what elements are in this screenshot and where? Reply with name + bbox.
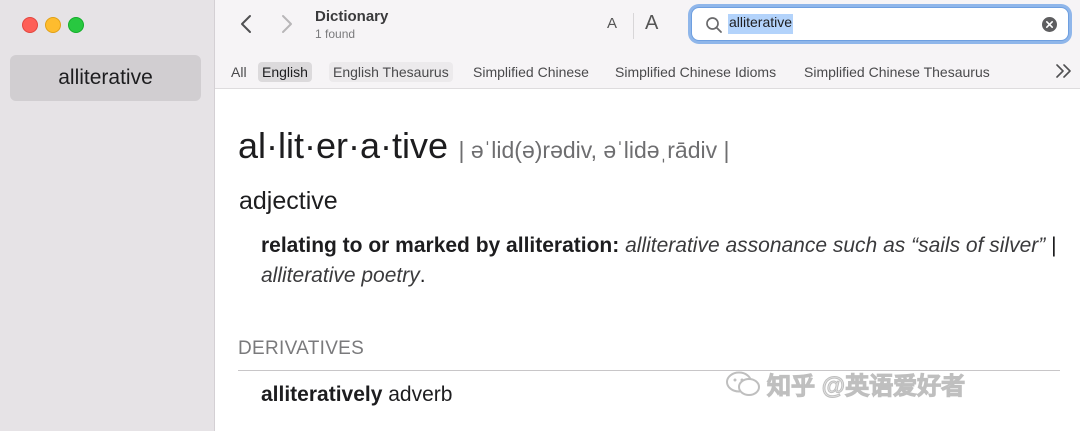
tab-english[interactable]: English	[258, 62, 312, 82]
sidebar-item-result[interactable]: alliterative	[10, 55, 201, 101]
tab-simplified-chinese-idioms[interactable]: Simplified Chinese Idioms	[611, 62, 780, 82]
chevron-left-icon	[241, 15, 251, 33]
derivative-pos: adverb	[388, 383, 453, 406]
sidebar: alliterative	[0, 0, 215, 431]
example-1: alliterative assonance such as “sails of…	[625, 234, 1046, 257]
pronunciation: | əˈlid(ə)rədiv, əˈlidəˌrādiv |	[458, 137, 730, 163]
example-separator: |	[1051, 234, 1057, 257]
decrease-font-button[interactable]: A	[607, 15, 617, 32]
sidebar-item-label: alliterative	[58, 66, 153, 89]
headword-line: al·lit·er·a·tive | əˈlid(ə)rədiv, əˈlidə…	[238, 125, 729, 167]
tab-all[interactable]: All	[227, 62, 251, 82]
watermark: 知乎 @英语爱好者	[725, 366, 966, 401]
headword: al·lit·er·a·tive	[238, 125, 449, 166]
search-field[interactable]: alliterative	[691, 7, 1069, 41]
increase-font-button[interactable]: A	[645, 12, 658, 35]
clear-search-icon[interactable]	[1042, 17, 1057, 32]
forward-button[interactable]	[276, 12, 298, 36]
tab-simplified-chinese-thesaurus[interactable]: Simplified Chinese Thesaurus	[800, 62, 994, 82]
wechat-logo-icon	[726, 371, 760, 396]
back-button[interactable]	[235, 12, 257, 36]
tab-simplified-chinese[interactable]: Simplified Chinese	[469, 62, 593, 82]
example-end: .	[419, 264, 426, 287]
tab-english-thesaurus[interactable]: English Thesaurus	[329, 62, 453, 82]
window-title: Dictionary	[315, 8, 389, 25]
search-icon	[706, 17, 722, 33]
results-count: 1 found	[315, 27, 356, 41]
toolbar: Dictionary 1 found A A alliterative	[215, 0, 1080, 54]
derivatives-heading: DERIVATIVES	[238, 338, 365, 359]
more-tabs-icon[interactable]	[1055, 64, 1073, 78]
derivative-entry: alliteratively adverb	[261, 383, 452, 407]
minimize-window-button[interactable]	[45, 17, 61, 33]
part-of-speech: adjective	[239, 187, 338, 215]
search-input[interactable]: alliterative	[728, 14, 794, 34]
dictionary-tabs: All English English Thesaurus Simplified…	[215, 54, 1080, 89]
font-button-divider	[633, 13, 634, 39]
zoom-window-button[interactable]	[68, 17, 84, 33]
watermark-text: 知乎 @英语爱好者	[766, 373, 966, 401]
window-title-block: Dictionary 1 found	[315, 8, 388, 42]
chevron-right-icon	[282, 15, 292, 33]
definition-text: relating to or marked by alliteration:	[261, 234, 620, 257]
close-window-button[interactable]	[22, 17, 38, 33]
definition: relating to or marked by alliteration: a…	[261, 231, 1061, 291]
derivative-word: alliteratively	[261, 383, 383, 406]
example-2: alliterative poetry	[261, 264, 420, 287]
